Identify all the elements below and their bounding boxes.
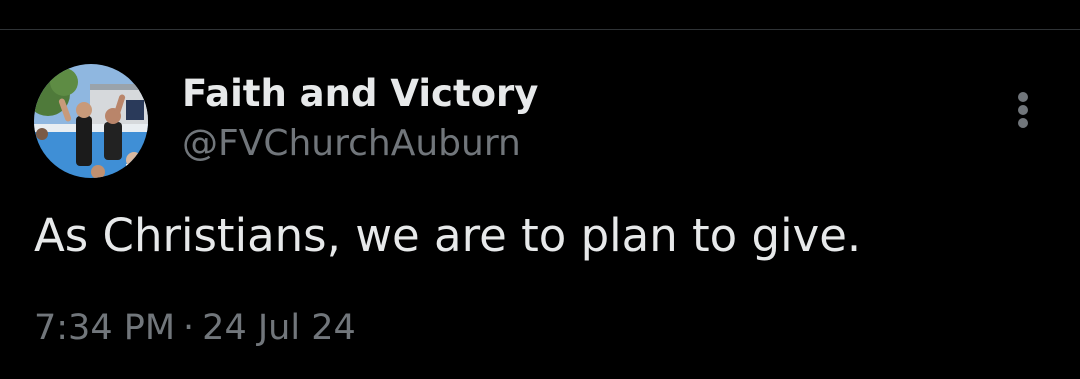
avatar[interactable]: [34, 64, 148, 178]
avatar-image: [34, 64, 148, 178]
tweet-text: As Christians, we are to plan to give.: [34, 209, 862, 262]
more-dot: [1018, 92, 1028, 102]
user-handle[interactable]: @FVChurchAuburn: [182, 120, 521, 168]
tweet-date[interactable]: 24 Jul 24: [202, 308, 356, 348]
more-dot: [1018, 105, 1028, 115]
more-dot: [1018, 118, 1028, 128]
tweet-card: Faith and Victory @FVChurchAuburn As Chr…: [0, 30, 1080, 379]
tweet-metadata: 7:34 PM · 24 Jul 24: [34, 304, 356, 352]
tweet-time[interactable]: 7:34 PM: [34, 308, 175, 348]
meta-separator: ·: [183, 308, 195, 348]
more-vertical-icon[interactable]: [1004, 88, 1044, 132]
display-name[interactable]: Faith and Victory: [182, 70, 538, 118]
